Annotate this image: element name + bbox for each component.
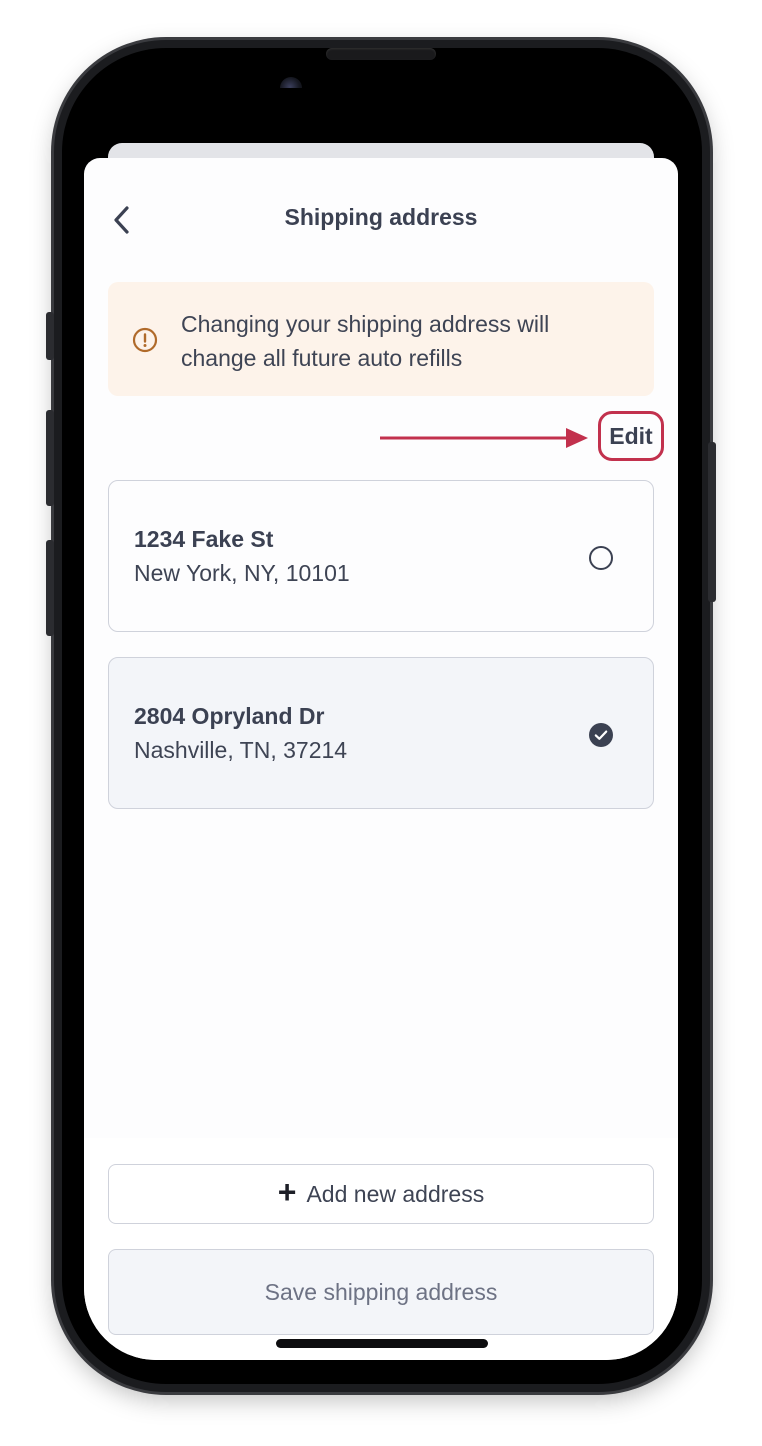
edit-row: Edit bbox=[84, 408, 678, 468]
volume-up-button bbox=[46, 410, 54, 506]
save-shipping-address-button[interactable]: Save shipping address bbox=[108, 1249, 654, 1335]
refill-notice-banner: Changing your shipping address will chan… bbox=[108, 282, 654, 396]
phone-screen: Shipping address Changing your shipping … bbox=[84, 88, 678, 1360]
page-title: Shipping address bbox=[284, 204, 478, 230]
edit-button[interactable]: Edit bbox=[598, 411, 664, 461]
radio-unselected[interactable] bbox=[589, 546, 613, 570]
power-button bbox=[708, 442, 716, 602]
address-card-2804-opryland-dr[interactable]: 2804 Opryland Dr Nashville, TN, 37214 bbox=[108, 657, 654, 809]
arrow-right-icon bbox=[380, 428, 588, 448]
home-indicator[interactable] bbox=[276, 1339, 488, 1348]
address-street: 2804 Opryland Dr bbox=[134, 703, 325, 729]
plus-icon: + bbox=[277, 1174, 297, 1210]
address-card-1234-fake-st[interactable]: 1234 Fake St New York, NY, 10101 bbox=[108, 480, 654, 632]
volume-down-button bbox=[46, 540, 54, 636]
silent-switch bbox=[46, 312, 54, 360]
address-city-state-zip: Nashville, TN, 37214 bbox=[134, 737, 348, 763]
sheet-header: Shipping address bbox=[84, 158, 678, 282]
add-new-address-button[interactable]: + Add new address bbox=[108, 1164, 654, 1224]
radio-checked-icon[interactable] bbox=[589, 723, 613, 747]
notice-text: Changing your shipping address will chan… bbox=[181, 311, 550, 371]
address-city-state-zip: New York, NY, 10101 bbox=[134, 560, 350, 586]
address-street: 1234 Fake St bbox=[134, 526, 274, 552]
speaker-grille bbox=[326, 48, 436, 60]
alert-circle-icon bbox=[132, 327, 158, 353]
screenshot-stage: Shipping address Changing your shipping … bbox=[0, 0, 762, 1446]
shipping-address-sheet: Shipping address Changing your shipping … bbox=[84, 158, 678, 1360]
add-new-address-label: Add new address bbox=[306, 1180, 485, 1207]
